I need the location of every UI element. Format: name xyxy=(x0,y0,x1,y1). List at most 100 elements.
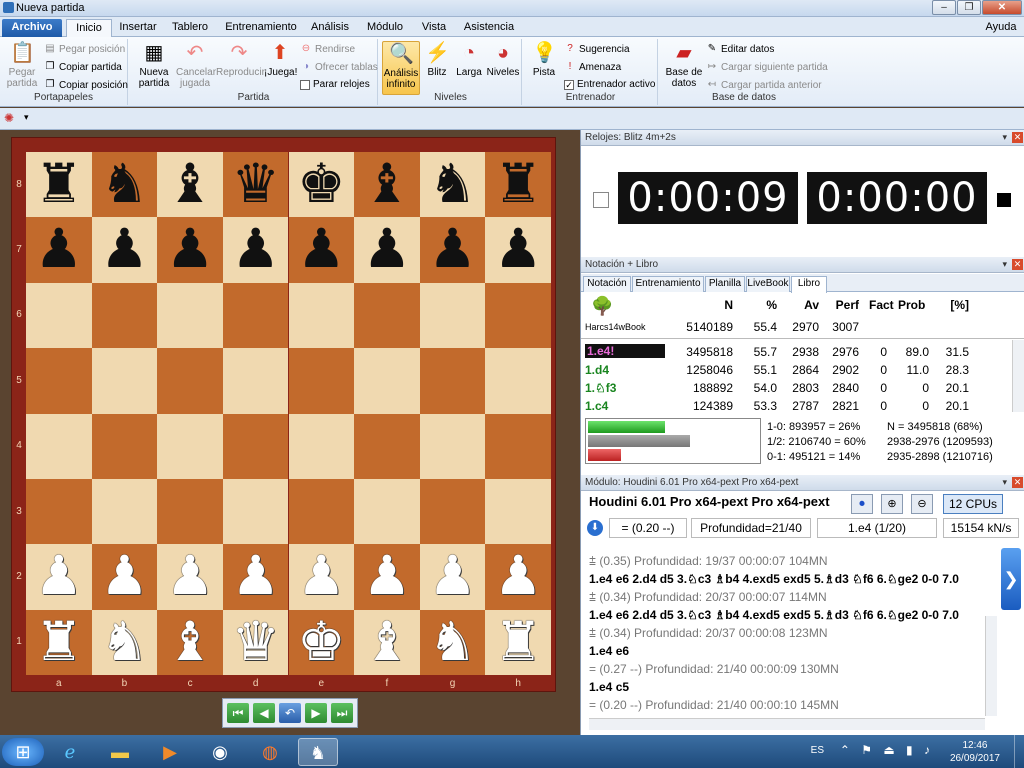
cargar-anterior-button[interactable]: ↤ Cargar partida anterior xyxy=(706,79,822,91)
black-piece-g7[interactable]: ♟ xyxy=(420,217,486,282)
black-piece-g8[interactable]: ♞ xyxy=(420,152,486,217)
square-f6[interactable] xyxy=(354,282,420,349)
pista-button[interactable]: 💡 Pista xyxy=(528,41,560,78)
black-piece-e7[interactable]: ♟ xyxy=(289,217,355,282)
square-b6[interactable] xyxy=(91,282,158,349)
next-move-button[interactable]: ▶ xyxy=(305,703,327,723)
tab-entrenamiento[interactable]: Entrenamiento xyxy=(222,19,300,37)
square-b3[interactable] xyxy=(91,478,158,545)
pane-close-icon[interactable]: ✕ xyxy=(1012,477,1023,488)
tray-icons[interactable]: ⌃ ⚑ ⏏ ▮ ♪ xyxy=(840,743,934,757)
folder-icon[interactable]: ▬ xyxy=(100,738,140,766)
square-f4[interactable] xyxy=(354,413,420,479)
tab-tablero[interactable]: Tablero xyxy=(166,19,214,37)
white-piece-f2[interactable]: ♟ xyxy=(354,544,420,609)
tab-notacion[interactable]: Notación xyxy=(583,276,631,292)
ie-icon[interactable]: ℯ xyxy=(50,738,90,766)
nueva-partida-button[interactable]: ▦ Nueva partida xyxy=(134,41,174,89)
expand-engine-button[interactable]: ❯ xyxy=(1001,548,1021,610)
pane-menu-icon[interactable]: ▾ xyxy=(1002,475,1007,490)
square-a5[interactable] xyxy=(26,348,92,414)
black-piece-c8[interactable]: ♝ xyxy=(157,152,223,217)
square-a4[interactable] xyxy=(26,413,92,479)
square-b4[interactable] xyxy=(91,413,158,479)
show-desktop-button[interactable] xyxy=(1014,735,1024,768)
square-c5[interactable] xyxy=(157,348,223,414)
square-g4[interactable] xyxy=(419,413,486,479)
ofrecer-tablas-button[interactable]: ◑ Ofrecer tablas xyxy=(300,61,378,73)
white-piece-h1[interactable]: ♜ xyxy=(485,610,551,675)
square-d3[interactable] xyxy=(222,478,289,545)
maximize-button[interactable]: ❐ xyxy=(957,0,981,15)
book-move-row[interactable]: 1.c4 124389 53.3 2787 2821 0 0 20.1 xyxy=(581,397,1005,415)
pegar-posicion-button[interactable]: ▤ Pegar posición xyxy=(44,43,125,55)
tab-inicio[interactable]: Inicio xyxy=(66,19,112,37)
square-c6[interactable] xyxy=(157,282,223,349)
white-piece-b1[interactable]: ♞ xyxy=(92,610,158,675)
chess-app-icon[interactable]: ♞ xyxy=(298,738,338,766)
larga-button[interactable]: ◔ Larga xyxy=(454,41,484,78)
tab-entrenamiento-panel[interactable]: Entrenamiento xyxy=(632,276,704,292)
engine-hscrollbar[interactable] xyxy=(589,718,985,730)
start-button[interactable]: ⊞ xyxy=(2,738,44,766)
tab-modulo[interactable]: Módulo xyxy=(362,19,408,37)
language-indicator[interactable]: ES xyxy=(811,745,824,756)
white-piece-e2[interactable]: ♟ xyxy=(289,544,355,609)
first-move-button[interactable]: ⏮ xyxy=(227,703,249,723)
black-piece-c7[interactable]: ♟ xyxy=(157,217,223,282)
entrenador-activo-checkbox[interactable]: ✓ Entrenador activo xyxy=(564,79,655,90)
book-move-row[interactable]: 1.d4 1258046 55.1 2864 2902 0 11.0 28.3 xyxy=(581,361,1005,379)
white-piece-d1[interactable]: ♛ xyxy=(223,610,289,675)
square-b5[interactable] xyxy=(91,348,158,414)
square-c4[interactable] xyxy=(157,413,223,479)
engine-line-moves[interactable]: 1.e4 c5 xyxy=(589,680,985,694)
pegar-partida-button[interactable]: 📋 Pegar partida xyxy=(4,41,40,89)
white-piece-f1[interactable]: ♝ xyxy=(354,610,420,675)
white-piece-d2[interactable]: ♟ xyxy=(223,544,289,609)
tab-archivo[interactable]: Archivo xyxy=(2,19,62,37)
pane-close-icon[interactable]: ✕ xyxy=(1012,132,1023,143)
square-h4[interactable] xyxy=(485,413,551,479)
help-link[interactable]: Ayuda xyxy=(982,19,1020,37)
tab-vista[interactable]: Vista xyxy=(416,19,452,37)
white-piece-g2[interactable]: ♟ xyxy=(420,544,486,609)
square-d6[interactable] xyxy=(222,282,289,349)
blitz-button[interactable]: ⚡ Blitz xyxy=(424,41,450,78)
close-button[interactable]: ✕ xyxy=(982,0,1022,15)
parar-relojes-checkbox[interactable]: Parar relojes xyxy=(300,79,370,90)
tab-libro[interactable]: Libro xyxy=(791,276,827,293)
app-menu-icon[interactable]: ✺ xyxy=(4,111,14,125)
qat-dropdown-icon[interactable]: ▾ xyxy=(24,112,29,123)
tab-livebook[interactable]: LiveBook xyxy=(746,276,790,292)
square-a6[interactable] xyxy=(26,282,92,349)
black-piece-h8[interactable]: ♜ xyxy=(485,152,551,217)
media-player-icon[interactable]: ▶ xyxy=(150,738,190,766)
editar-datos-button[interactable]: ✎ Editar datos xyxy=(706,43,775,55)
tab-insertar[interactable]: Insertar xyxy=(114,19,162,37)
cpus-button[interactable]: 12 CPUs xyxy=(943,494,1003,514)
cancelar-jugada-button[interactable]: ↶ Cancelar jugada xyxy=(176,41,216,89)
black-piece-d7[interactable]: ♟ xyxy=(223,217,289,282)
book-scrollbar[interactable] xyxy=(1012,340,1024,412)
black-piece-d8[interactable]: ♛ xyxy=(223,152,289,217)
tab-analisis[interactable]: Análisis xyxy=(306,19,354,37)
juega-button[interactable]: ⬆ ¡Juega! xyxy=(264,41,297,78)
analisis-infinito-button[interactable]: 🔍 Análisis infinito xyxy=(382,41,420,95)
white-piece-g1[interactable]: ♞ xyxy=(420,610,486,675)
book-move-row[interactable]: 1.e4! 3495818 55.7 2938 2976 0 89.0 31.5 xyxy=(581,343,1005,361)
square-g6[interactable] xyxy=(419,282,486,349)
white-piece-e1[interactable]: ♚ xyxy=(289,610,355,675)
white-piece-c2[interactable]: ♟ xyxy=(157,544,223,609)
engine-info-icon[interactable]: ⬇ xyxy=(587,520,603,536)
black-piece-h7[interactable]: ♟ xyxy=(485,217,551,282)
square-d4[interactable] xyxy=(222,413,289,479)
white-piece-h2[interactable]: ♟ xyxy=(485,544,551,609)
zoom-out-button[interactable]: ⊖ xyxy=(911,494,933,514)
square-g3[interactable] xyxy=(419,478,486,545)
square-f5[interactable] xyxy=(354,348,420,414)
pane-close-icon[interactable]: ✕ xyxy=(1012,259,1023,270)
copiar-posicion-button[interactable]: ❐ Copiar posición xyxy=(44,79,128,91)
square-e6[interactable] xyxy=(288,282,355,349)
clock[interactable]: 12:46 26/09/2017 xyxy=(950,739,1000,765)
white-piece-b2[interactable]: ♟ xyxy=(92,544,158,609)
